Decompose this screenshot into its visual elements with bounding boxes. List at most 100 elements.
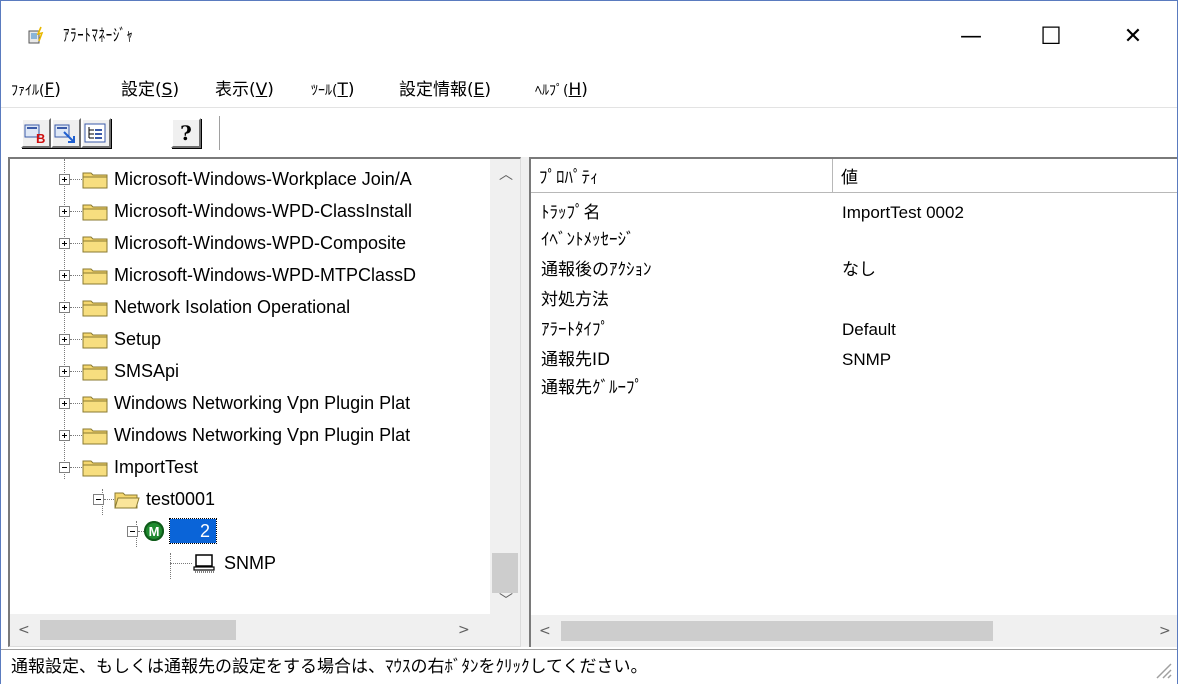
property-row[interactable]: ｲﾍﾞﾝﾄﾒｯｾｰｼﾞ bbox=[531, 228, 1177, 252]
property-row[interactable]: ｱﾗｰﾄﾀｲﾌﾟ Default bbox=[531, 318, 1177, 342]
computer-icon bbox=[193, 554, 215, 573]
expand-toggle[interactable] bbox=[59, 237, 70, 249]
collapse-toggle[interactable] bbox=[59, 461, 70, 473]
scroll-thumb[interactable] bbox=[492, 553, 518, 593]
menu-help-label: ﾍﾙﾌﾟ( bbox=[535, 83, 569, 99]
menu-settings[interactable]: 設定(S) bbox=[121, 79, 179, 101]
tree-node-label: SNMP bbox=[224, 553, 277, 573]
collapse-toggle[interactable] bbox=[127, 525, 138, 537]
expand-toggle[interactable] bbox=[59, 205, 70, 217]
tree-node-label: Windows Networking Vpn Plugin Plat bbox=[114, 425, 411, 445]
folder-icon bbox=[82, 204, 108, 221]
column-header-value[interactable]: 値 bbox=[833, 159, 1177, 193]
title-bar[interactable]: ｱﾗｰﾄﾏﾈｰｼﾞｬ — ☐ ✕ bbox=[1, 1, 1177, 71]
tree-node[interactable]: Microsoft-Windows-Workplace Join/A bbox=[59, 163, 412, 195]
properties-horizontal-scrollbar[interactable]: < > bbox=[531, 615, 1177, 647]
tree-node-test0001[interactable]: test0001 bbox=[93, 483, 215, 515]
tree-node-label: Windows Networking Vpn Plugin Plat bbox=[114, 393, 411, 413]
menu-view[interactable]: 表示(V) bbox=[215, 79, 274, 101]
scroll-thumb[interactable] bbox=[40, 620, 236, 640]
scroll-left-icon[interactable]: < bbox=[18, 622, 30, 638]
folder-icon bbox=[82, 268, 108, 285]
toolbar-button-2[interactable] bbox=[51, 118, 81, 148]
menu-view-suffix: ) bbox=[267, 80, 274, 100]
tree-node[interactable]: Network Isolation Operational bbox=[59, 291, 350, 323]
property-value: なし bbox=[842, 260, 876, 279]
scroll-right-icon[interactable]: > bbox=[1159, 623, 1171, 639]
toolbar-button-3[interactable] bbox=[81, 118, 111, 148]
collapse-toggle[interactable] bbox=[93, 493, 104, 505]
tree-node-monitor[interactable]: M 2 bbox=[127, 515, 218, 547]
expand-toggle[interactable] bbox=[59, 429, 70, 441]
scroll-up-icon[interactable]: ︿ bbox=[499, 167, 513, 183]
menu-config-info-key: E bbox=[473, 80, 485, 100]
expand-toggle[interactable] bbox=[59, 173, 70, 185]
tree-node[interactable]: Setup bbox=[59, 323, 161, 355]
menu-file[interactable]: ﾌｧｲﾙ(F) bbox=[11, 79, 61, 102]
tree-node-label: SMSApi bbox=[114, 361, 180, 381]
expand-toggle[interactable] bbox=[59, 301, 70, 313]
tree-node-label: Network Isolation Operational bbox=[114, 297, 351, 317]
property-row[interactable]: 対処方法 bbox=[531, 288, 1177, 312]
tree-vertical-scrollbar[interactable]: ︿ ﹀ bbox=[490, 159, 520, 614]
menu-settings-label: 設定( bbox=[121, 80, 162, 100]
tree-node-label: test0001 bbox=[146, 489, 216, 509]
menu-help-key: H bbox=[568, 80, 582, 100]
column-header-property[interactable]: ﾌﾟﾛﾊﾟﾃｨ bbox=[531, 159, 833, 193]
menu-config-info-label: 設定情報( bbox=[399, 80, 474, 100]
tree-node[interactable]: Microsoft-Windows-WPD-ClassInstall bbox=[59, 195, 412, 227]
folder-icon bbox=[82, 428, 108, 445]
scroll-left-icon[interactable]: < bbox=[539, 623, 551, 639]
toolbar: B ? bbox=[1, 108, 1177, 156]
tree-node-snmp[interactable]: SNMP bbox=[170, 547, 276, 579]
property-row[interactable]: 通報後のｱｸｼｮﾝ なし bbox=[531, 258, 1177, 282]
tree-node[interactable]: SMSApi bbox=[59, 355, 179, 387]
scroll-down-icon[interactable]: ﹀ bbox=[499, 593, 513, 609]
property-name: 通報後のｱｸｼｮﾝ bbox=[541, 260, 652, 280]
close-button[interactable]: ✕ bbox=[1113, 19, 1153, 53]
property-value: Default bbox=[842, 320, 896, 339]
monitor-badge-text: M bbox=[148, 523, 160, 539]
tree-node-label: Microsoft-Windows-WPD-MTPClassD bbox=[114, 265, 417, 285]
tree-node[interactable]: Windows Networking Vpn Plugin Plat bbox=[59, 419, 410, 451]
minimize-button[interactable]: — bbox=[951, 19, 991, 53]
menu-config-info[interactable]: 設定情報(E) bbox=[399, 79, 491, 101]
property-name: 通報先ｸﾞﾙｰﾌﾟ bbox=[541, 378, 643, 398]
property-row[interactable]: ﾄﾗｯﾌﾟ名 ImportTest 0002 bbox=[531, 201, 1177, 225]
menu-file-key: F bbox=[44, 80, 55, 100]
menu-tools-key: T bbox=[337, 80, 348, 100]
toolbar-button-help[interactable]: ? bbox=[171, 118, 201, 148]
property-name: ﾄﾗｯﾌﾟ名 bbox=[541, 203, 601, 223]
property-value: SNMP bbox=[842, 350, 892, 369]
tree-horizontal-scrollbar[interactable]: < > bbox=[10, 614, 520, 646]
expand-toggle[interactable] bbox=[59, 333, 70, 345]
menu-help-suffix: ) bbox=[581, 80, 588, 100]
column-header-property-label: ﾌﾟﾛﾊﾟﾃｨ bbox=[539, 168, 599, 188]
expand-toggle[interactable] bbox=[59, 365, 70, 377]
property-name: 通報先ID bbox=[541, 350, 611, 370]
column-header-value-label: 値 bbox=[841, 168, 858, 188]
tree-node[interactable]: Windows Networking Vpn Plugin Plat bbox=[59, 387, 410, 419]
expand-toggle[interactable] bbox=[59, 269, 70, 281]
property-row[interactable]: 通報先ｸﾞﾙｰﾌﾟ bbox=[531, 376, 1177, 400]
menu-tools[interactable]: ﾂｰﾙ(T) bbox=[311, 79, 355, 102]
menu-help[interactable]: ﾍﾙﾌﾟ(H) bbox=[535, 79, 588, 102]
folder-icon bbox=[82, 332, 108, 349]
property-row[interactable]: 通報先ID SNMP bbox=[531, 348, 1177, 372]
toolbar-button-1[interactable]: B bbox=[21, 118, 51, 148]
maximize-button[interactable]: ☐ bbox=[1031, 19, 1071, 53]
pane-splitter[interactable] bbox=[521, 157, 529, 647]
tree-node[interactable]: Microsoft-Windows-WPD-Composite bbox=[59, 227, 406, 259]
close-icon: ✕ bbox=[1123, 23, 1143, 49]
tree-node-importtest[interactable]: ImportTest bbox=[59, 451, 198, 483]
tree-node[interactable]: Microsoft-Windows-WPD-MTPClassD bbox=[59, 259, 416, 291]
tree-node-label: Microsoft-Windows-Workplace Join/A bbox=[114, 169, 412, 189]
window-title: ｱﾗｰﾄﾏﾈｰｼﾞｬ bbox=[63, 26, 134, 46]
expand-toggle[interactable] bbox=[59, 397, 70, 409]
resize-grip-icon[interactable] bbox=[1151, 658, 1173, 680]
scroll-right-icon[interactable]: > bbox=[458, 622, 470, 638]
menu-file-suffix: ) bbox=[54, 80, 61, 100]
monitor-m-icon: M bbox=[144, 521, 164, 541]
scroll-thumb[interactable] bbox=[561, 621, 993, 641]
folder-icon bbox=[82, 236, 108, 253]
